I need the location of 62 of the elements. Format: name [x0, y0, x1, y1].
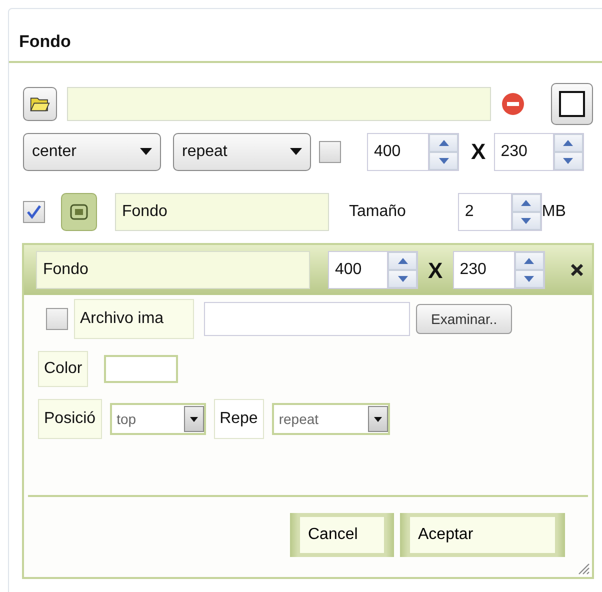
- spin-down-button[interactable]: [429, 152, 458, 170]
- spin-down-button[interactable]: [514, 270, 544, 288]
- times-sign: X: [471, 138, 486, 166]
- square-button[interactable]: [551, 82, 593, 124]
- up-arrow-icon: [521, 200, 532, 206]
- down-arrow-icon: [438, 158, 448, 164]
- checkbox[interactable]: [46, 308, 68, 330]
- square-icon: [559, 90, 585, 116]
- resize-grip-icon: [576, 561, 590, 575]
- down-arrow-icon: [398, 276, 408, 282]
- close-icon[interactable]: [570, 264, 583, 276]
- caret-icon: [140, 148, 152, 155]
- checkbox[interactable]: [23, 200, 45, 222]
- browse-button[interactable]: Examinar..: [416, 304, 512, 334]
- width-spinner[interactable]: 400: [367, 132, 459, 170]
- up-arrow-icon: [524, 258, 534, 264]
- up-arrow-icon: [398, 258, 408, 264]
- position-label: Posició: [38, 399, 102, 439]
- spin-up-button[interactable]: [514, 252, 544, 270]
- spin-up-button[interactable]: [554, 134, 583, 152]
- width-spinner[interactable]: 400: [328, 251, 418, 289]
- dropdown[interactable]: top: [110, 403, 206, 435]
- cancel-button[interactable]: Cancel: [290, 513, 394, 557]
- height-spinner[interactable]: 230: [494, 132, 584, 170]
- spin-up-button[interactable]: [512, 194, 541, 212]
- spin-down-button[interactable]: [554, 152, 583, 170]
- size-spinner[interactable]: 2: [458, 192, 542, 230]
- times-sign: X: [428, 256, 443, 284]
- path-field[interactable]: [67, 86, 491, 120]
- repeat-label: Repe: [214, 399, 264, 439]
- file-label: Archivo ima: [74, 299, 194, 339]
- panel-title: Fondo: [9, 9, 602, 62]
- color-label: Color: [38, 351, 88, 387]
- down-arrow-icon: [524, 276, 534, 282]
- unit-label: MB: [542, 202, 566, 222]
- spin-down-button[interactable]: [388, 270, 417, 288]
- dropdown[interactable]: repeat: [173, 132, 311, 170]
- checkbox[interactable]: [319, 140, 341, 162]
- name-field[interactable]: Fondo: [115, 192, 329, 230]
- check-icon: [26, 204, 42, 220]
- height-spinner[interactable]: 230: [452, 251, 545, 289]
- image-button[interactable]: [61, 192, 97, 230]
- dialog-name-field[interactable]: Fondo: [36, 251, 310, 289]
- spin-up-button[interactable]: [388, 252, 417, 270]
- caret-icon: [190, 416, 198, 422]
- dropdown[interactable]: repeat: [272, 403, 390, 435]
- size-label: Tamaño: [349, 202, 406, 222]
- spin-up-button[interactable]: [429, 134, 458, 152]
- picture-frame-icon: [70, 202, 88, 220]
- file-field[interactable]: [204, 302, 410, 336]
- down-arrow-icon: [563, 158, 574, 164]
- up-arrow-icon: [563, 140, 574, 146]
- color-swatch[interactable]: [104, 355, 178, 383]
- caret-icon: [374, 416, 382, 422]
- up-arrow-icon: [438, 140, 448, 146]
- remove-icon[interactable]: [501, 92, 525, 116]
- caret-icon: [290, 148, 302, 155]
- dropdown[interactable]: center: [23, 132, 161, 170]
- down-arrow-icon: [521, 218, 532, 224]
- folder-button[interactable]: [23, 86, 57, 120]
- spin-down-button[interactable]: [512, 212, 541, 230]
- accept-button[interactable]: Aceptar: [400, 513, 565, 557]
